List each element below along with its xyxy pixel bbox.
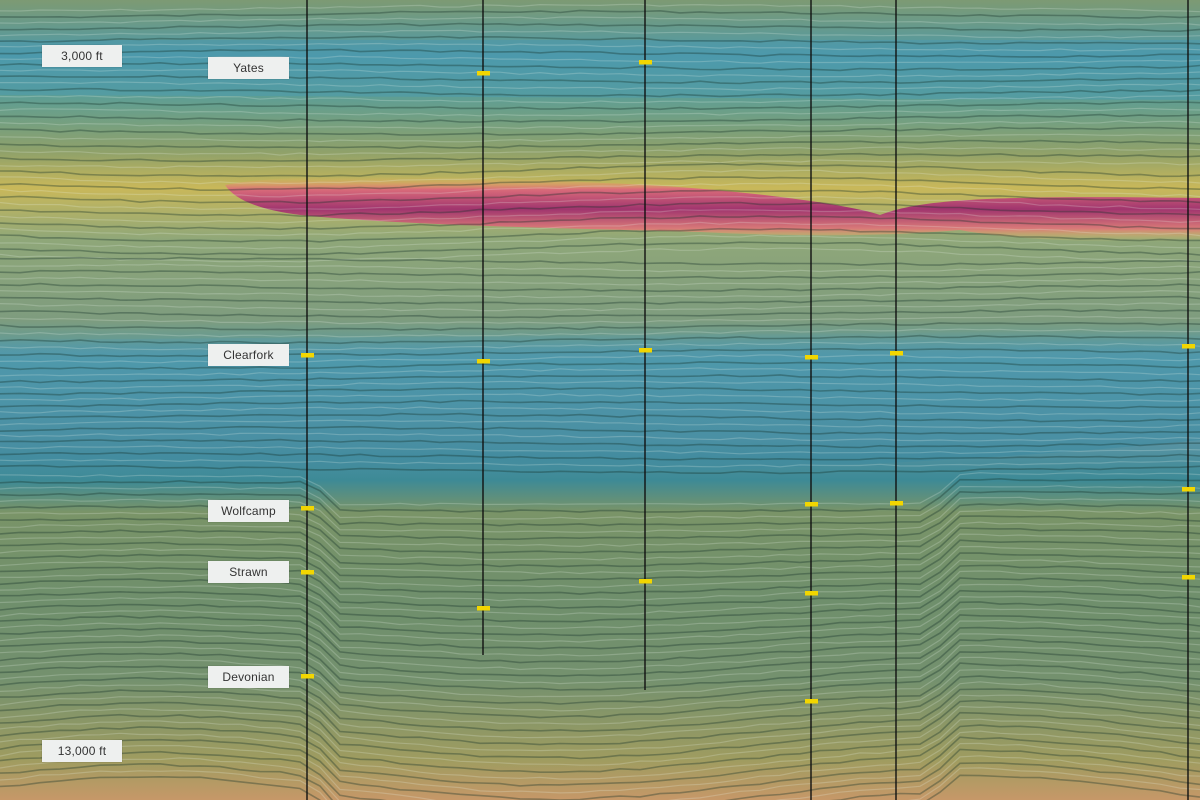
well-3-tick-yates bbox=[639, 60, 652, 65]
formation-label-yates: Yates bbox=[208, 57, 289, 79]
well-6-tick-strawn bbox=[1182, 575, 1195, 580]
well-2-tick-yates bbox=[477, 71, 490, 76]
well-3-tick-clearfork bbox=[639, 348, 652, 353]
well-4-tick-strawn bbox=[805, 591, 818, 596]
formation-label-wolfcamp: Wolfcamp bbox=[208, 500, 289, 522]
well-1-tick-clearfork bbox=[301, 353, 314, 358]
well-6-tick-wolfcamp bbox=[1182, 487, 1195, 492]
well-1-tick-wolfcamp bbox=[301, 506, 314, 511]
well-6-tick-clearfork bbox=[1182, 344, 1195, 349]
well-2-tick-clearfork bbox=[477, 359, 490, 364]
depth-label-bottom: 13,000 ft bbox=[42, 740, 122, 762]
well-1-tick-devonian bbox=[301, 674, 314, 679]
seismic-cross-section: 3,000 ft 13,000 ft Yates Clearfork Wolfc… bbox=[0, 0, 1200, 800]
well-2-tick-strawn bbox=[477, 606, 490, 611]
formation-label-clearfork: Clearfork bbox=[208, 344, 289, 366]
well-5-tick-clearfork bbox=[890, 351, 903, 356]
seismic-image bbox=[0, 0, 1200, 800]
formation-label-strawn: Strawn bbox=[208, 561, 289, 583]
well-4-tick-wolfcamp bbox=[805, 502, 818, 507]
well-3-tick-strawn bbox=[639, 579, 652, 584]
well-4-tick-clearfork bbox=[805, 355, 818, 360]
well-1-tick-strawn bbox=[301, 570, 314, 575]
well-4-tick-devonian bbox=[805, 699, 818, 704]
depth-label-top: 3,000 ft bbox=[42, 45, 122, 67]
formation-label-devonian: Devonian bbox=[208, 666, 289, 688]
well-5-tick-wolfcamp bbox=[890, 501, 903, 506]
